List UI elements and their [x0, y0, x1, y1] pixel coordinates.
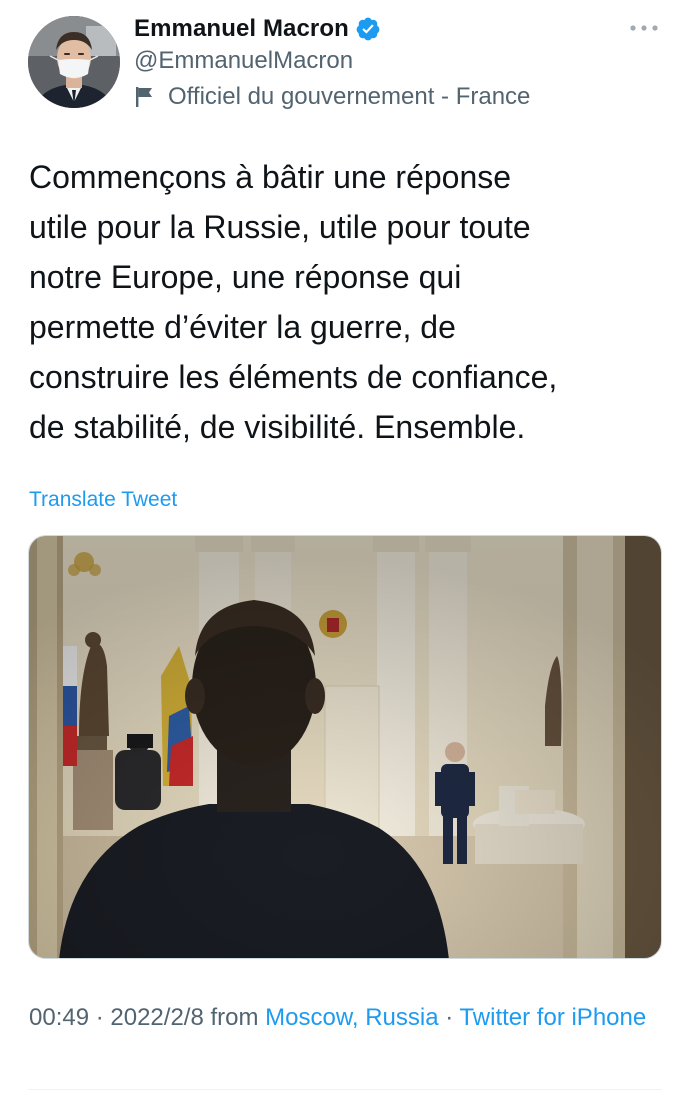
author-name-row[interactable]: Emmanuel Macron — [134, 14, 381, 44]
avatar-photo — [28, 16, 120, 108]
photo-image — [29, 536, 661, 958]
more-horizontal-icon — [630, 25, 658, 31]
translate-tweet-link[interactable]: Translate Tweet — [29, 488, 177, 512]
location-link[interactable]: Moscow, Russia — [265, 1004, 438, 1031]
author-name[interactable]: Emmanuel Macron — [134, 15, 349, 43]
more-button[interactable] — [628, 14, 660, 42]
verified-badge-icon — [355, 16, 381, 42]
tweet-text: Commençons à bâtir une réponse utile pou… — [29, 159, 558, 445]
tweet: Emmanuel Macron @EmmanuelMacron Officiel… — [0, 0, 690, 1102]
government-label: Officiel du gouvernement - France — [134, 82, 530, 112]
meta-separator-2: · — [438, 1004, 460, 1031]
divider — [28, 1089, 662, 1090]
government-label-text: Officiel du gouvernement - France — [168, 83, 531, 110]
tweet-photo[interactable] — [28, 535, 662, 959]
from-label: from — [203, 1004, 266, 1031]
avatar[interactable] — [28, 16, 120, 108]
flag-icon — [134, 86, 156, 108]
source-link[interactable]: Twitter for iPhone — [459, 1004, 646, 1031]
tweet-date[interactable]: 2022/2/8 — [110, 1004, 203, 1031]
author-handle[interactable]: @EmmanuelMacron — [134, 46, 353, 76]
tweet-meta: 00:49 · 2022/2/8 from Moscow, Russia · T… — [29, 1000, 669, 1035]
meta-separator: · — [89, 1004, 111, 1031]
tweet-time[interactable]: 00:49 — [29, 1004, 89, 1031]
